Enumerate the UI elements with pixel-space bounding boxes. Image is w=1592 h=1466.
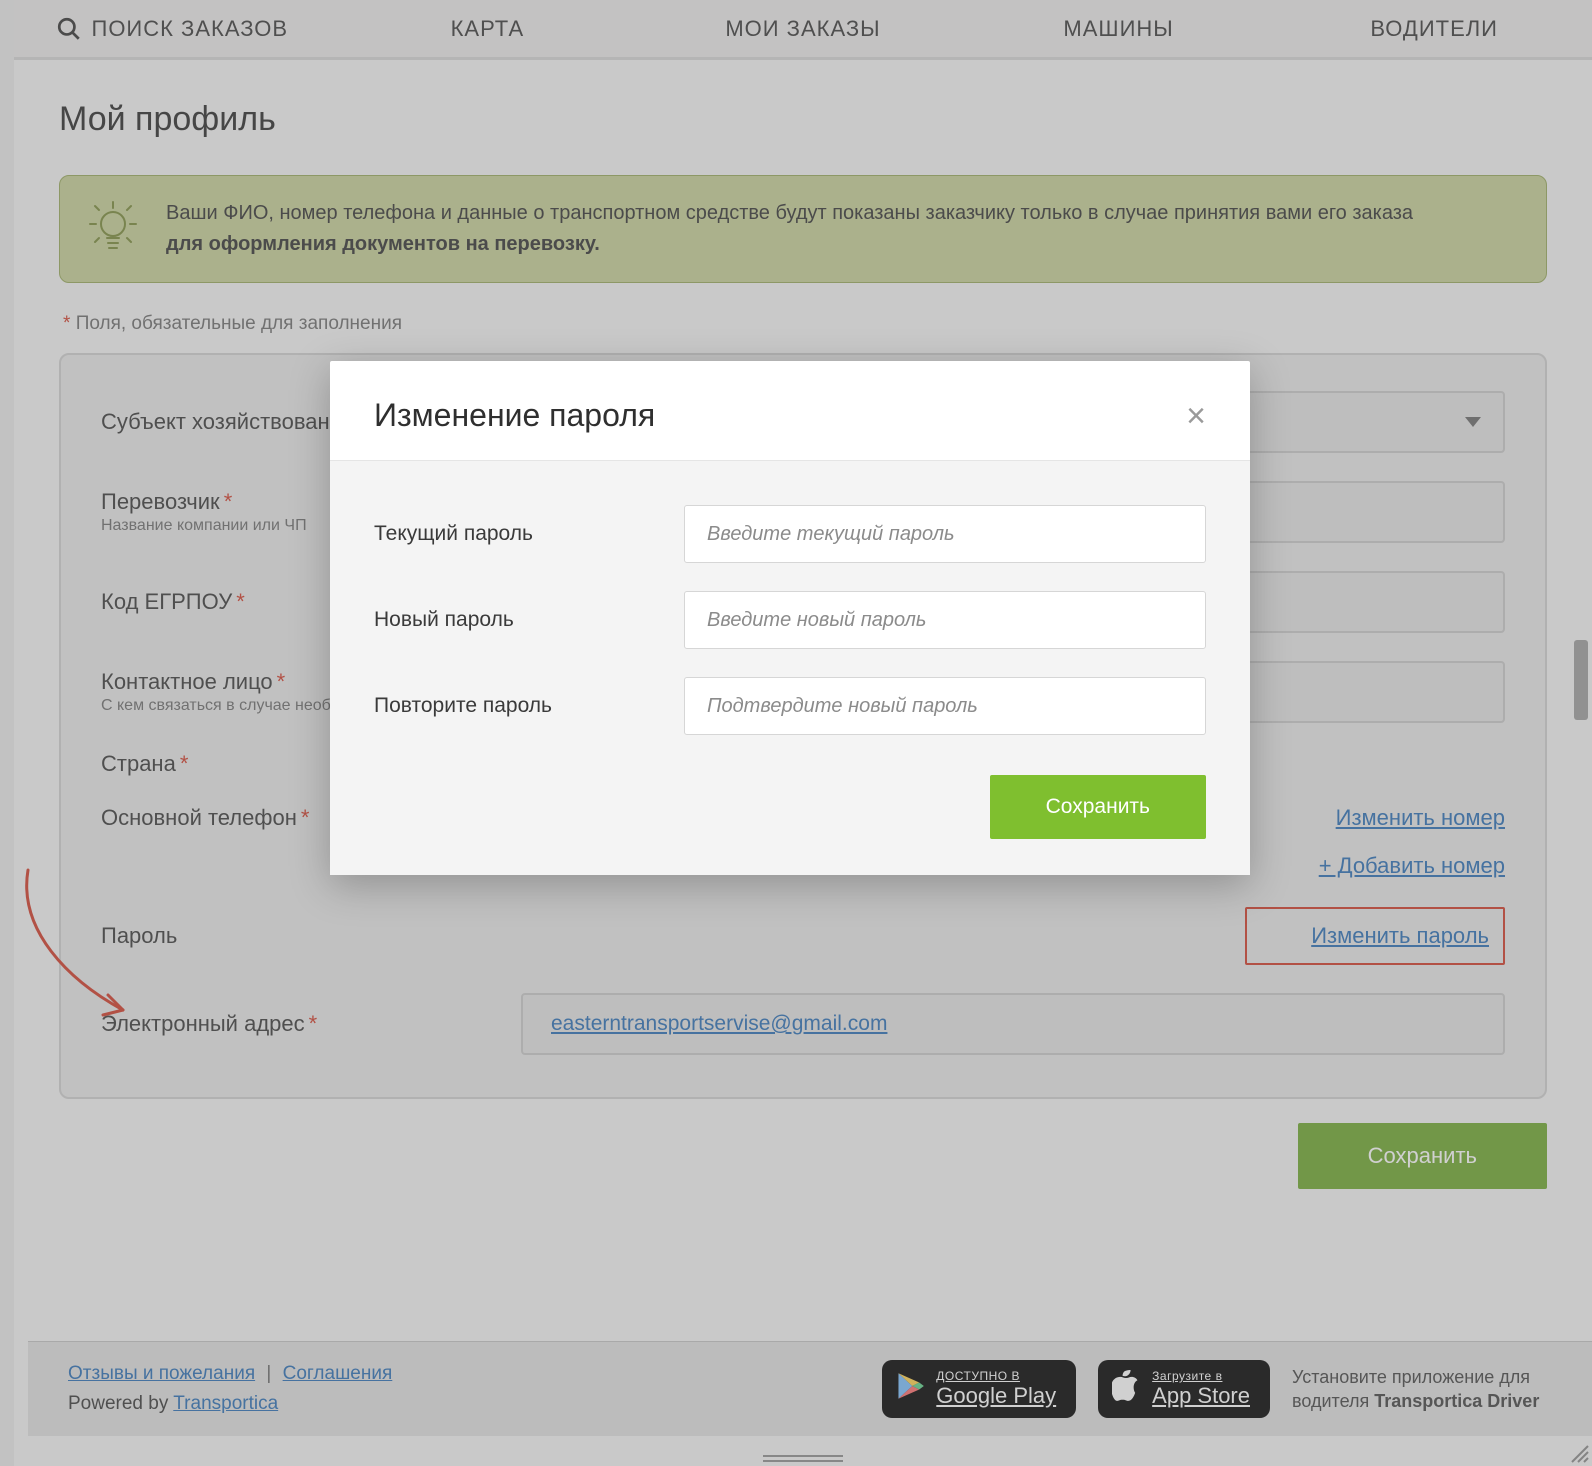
current-password-label: Текущий пароль — [374, 522, 654, 546]
new-password-label: Новый пароль — [374, 608, 654, 632]
repeat-password-label: Повторите пароль — [374, 694, 654, 718]
change-password-modal: Изменение пароля × Текущий пароль Новый … — [330, 361, 1250, 875]
close-icon[interactable]: × — [1186, 399, 1206, 433]
modal-save-button[interactable]: Сохранить — [990, 775, 1206, 839]
new-password-input[interactable] — [684, 591, 1206, 649]
modal-title: Изменение пароля — [374, 397, 655, 434]
repeat-password-input[interactable] — [684, 677, 1206, 735]
current-password-input[interactable] — [684, 505, 1206, 563]
